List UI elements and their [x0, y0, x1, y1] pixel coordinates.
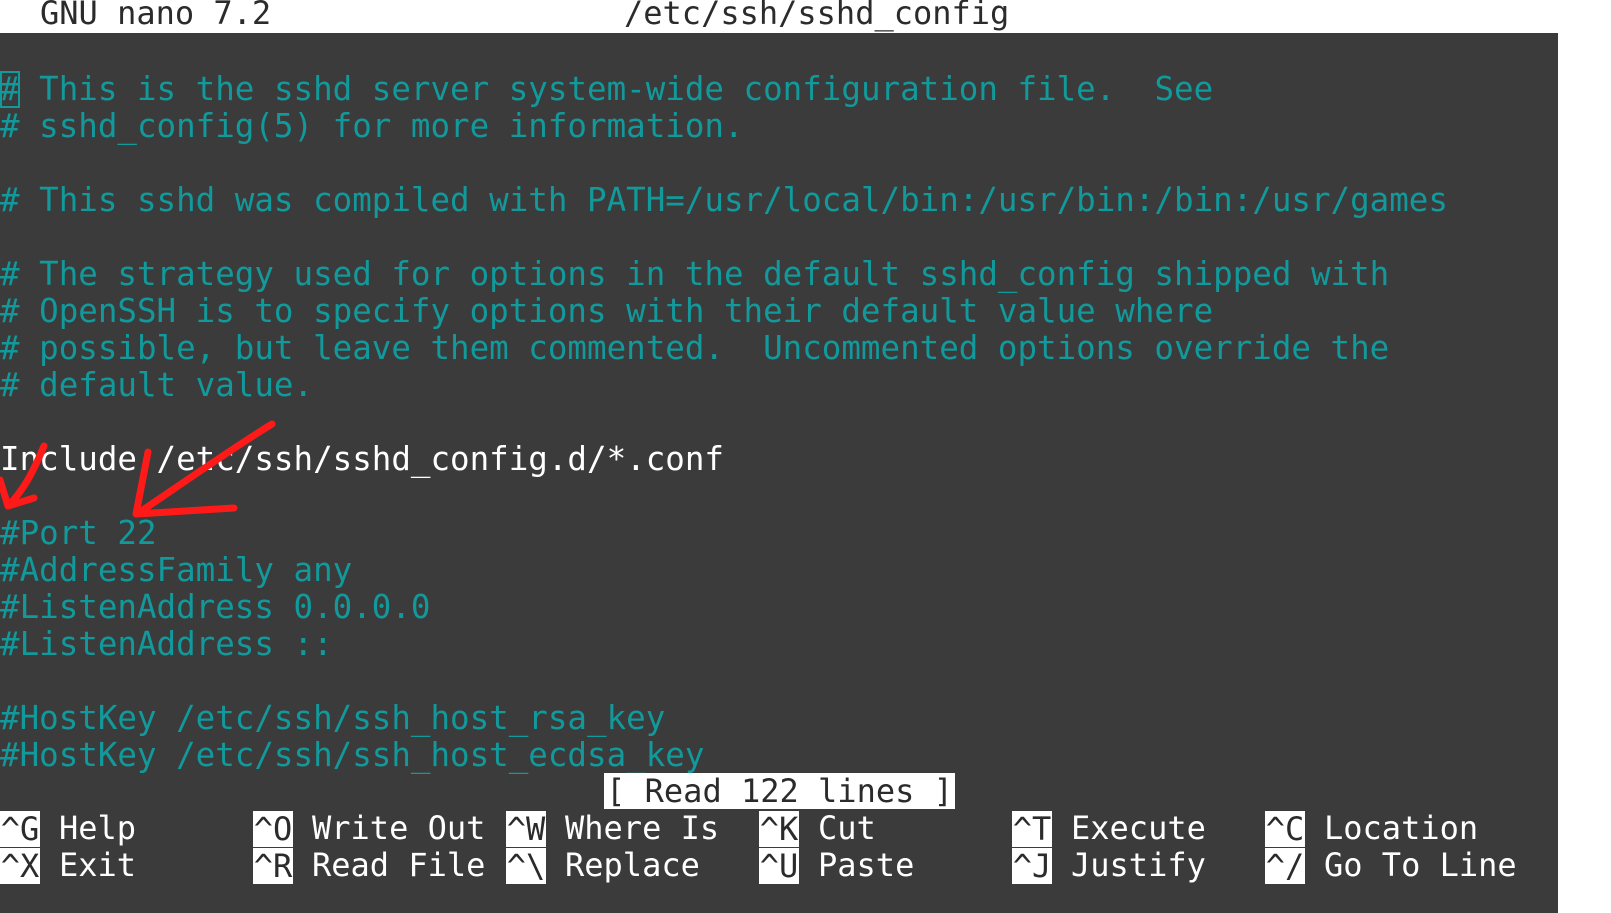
editor-line[interactable]: # possible, but leave them commented. Un… [0, 330, 1389, 367]
shortcut-key: ^X [0, 846, 40, 885]
shortcut-row-1: ^G Help ^O Write Out ^W Where Is ^K Cut ^T Execut… [0, 810, 1558, 847]
shortcut-label: Paste [818, 846, 915, 884]
editor-line[interactable]: # This is the sshd server system-wide co… [0, 71, 1213, 108]
shortcut-execute[interactable]: ^T Execute [1012, 810, 1206, 847]
shortcut-key: ^W [506, 809, 546, 848]
shortcut-write-out[interactable]: ^O Write Out [253, 810, 485, 847]
editor-line[interactable]: # sshd_config(5) for more information. [0, 108, 744, 145]
shortcut-key: ^R [253, 846, 293, 885]
shortcut-key: ^T [1012, 809, 1052, 848]
shortcut-paste[interactable]: ^U Paste [759, 847, 914, 884]
shortcut-label: Justify [1071, 846, 1206, 884]
shortcut-label: Location [1324, 809, 1479, 847]
shortcut-key: ^J [1012, 846, 1052, 885]
shortcut-go-to-line[interactable]: ^/ Go To Line [1265, 847, 1517, 884]
shortcut-row-2: ^X Exit ^R Read File ^\ Replace ^U Paste ^J Justi… [0, 847, 1558, 884]
shortcut-location[interactable]: ^C Location [1265, 810, 1478, 847]
shortcut-cut[interactable]: ^K Cut [759, 810, 876, 847]
shortcut-label: Cut [818, 809, 876, 847]
shortcut-justify[interactable]: ^J Justify [1012, 847, 1206, 884]
file-path: /etc/ssh/sshd_config [624, 0, 1010, 32]
window-margin [1558, 0, 1611, 913]
title-bar: GNU nano 7.2 /etc/ssh/sshd_config [0, 0, 1558, 33]
shortcut-read-file[interactable]: ^R Read File [253, 847, 485, 884]
app-name: GNU nano 7.2 [40, 0, 272, 32]
shortcut-key: ^C [1265, 809, 1305, 848]
text-cursor: # [0, 70, 20, 108]
shortcut-label: Go To Line [1324, 846, 1517, 884]
editor-line[interactable]: #HostKey /etc/ssh/ssh_host_ecdsa_key [0, 737, 704, 774]
shortcut-label: Read File [312, 846, 486, 884]
editor-line[interactable]: #ListenAddress :: [0, 626, 333, 663]
shortcut-label: Where Is [565, 809, 720, 847]
shortcut-key: ^/ [1265, 846, 1305, 885]
editor-line[interactable]: Include /etc/ssh/sshd_config.d/*.conf [0, 441, 724, 478]
editor-line[interactable]: #ListenAddress 0.0.0.0 [0, 589, 430, 626]
nano-editor-window: GNU nano 7.2 /etc/ssh/sshd_config # This… [0, 0, 1558, 913]
editor-line[interactable]: # default value. [0, 367, 313, 404]
status-message: [ Read 122 lines ] [604, 773, 955, 809]
shortcut-key: ^U [759, 846, 799, 885]
editor-line[interactable]: #AddressFamily any [0, 552, 352, 589]
shortcut-label: Help [59, 809, 137, 847]
shortcut-key: ^O [253, 809, 293, 848]
shortcut-exit[interactable]: ^X Exit [0, 847, 136, 884]
shortcut-where-is[interactable]: ^W Where Is [506, 810, 719, 847]
shortcut-replace[interactable]: ^\ Replace [506, 847, 700, 884]
shortcut-key: ^\ [506, 846, 546, 885]
shortcut-key: ^G [0, 809, 40, 848]
shortcut-label: Write Out [312, 809, 486, 847]
shortcut-key: ^K [759, 809, 799, 848]
editor-line[interactable]: #Port 22 [0, 515, 157, 552]
editor-line[interactable]: #HostKey /etc/ssh/ssh_host_rsa_key [0, 700, 665, 737]
shortcut-help[interactable]: ^G Help [0, 810, 136, 847]
editor-line[interactable]: # The strategy used for options in the d… [0, 256, 1389, 293]
editor-line-text: This is the sshd server system-wide conf… [19, 70, 1214, 108]
shortcut-label: Execute [1071, 809, 1206, 847]
editor-line[interactable]: # This sshd was compiled with PATH=/usr/… [0, 182, 1448, 219]
editor-line[interactable]: # OpenSSH is to specify options with the… [0, 293, 1213, 330]
shortcut-label: Replace [565, 846, 700, 884]
shortcut-label: Exit [59, 846, 137, 884]
